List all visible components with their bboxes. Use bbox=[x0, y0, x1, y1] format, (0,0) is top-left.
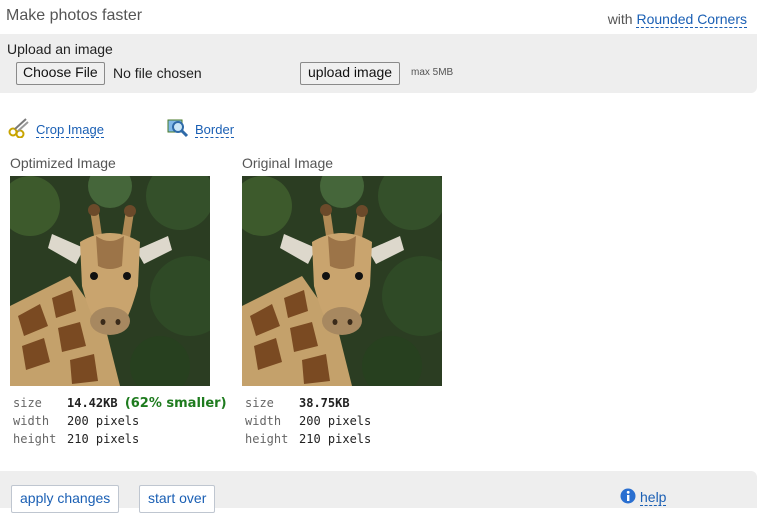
help-link[interactable]: help bbox=[640, 489, 667, 506]
optimized-image bbox=[10, 176, 210, 386]
max-size-note: max 5MB bbox=[411, 67, 454, 78]
size-label: size bbox=[13, 396, 42, 410]
start-over-button[interactable]: start over bbox=[139, 485, 216, 513]
border-link[interactable]: Border bbox=[195, 122, 235, 138]
border-tool[interactable]: Border bbox=[167, 118, 235, 141]
size-value: 14.42KB bbox=[67, 396, 118, 410]
upload-panel: Upload an image Choose File No file chos… bbox=[0, 34, 757, 93]
original-image bbox=[242, 176, 442, 386]
crop-image-link[interactable]: Crop Image bbox=[36, 122, 104, 138]
scissors-icon bbox=[8, 118, 30, 141]
height-value: 210 pixels bbox=[67, 432, 140, 446]
original-stats: size 38.75KB width 200 pixels height 210… bbox=[245, 396, 381, 450]
width-value: 200 pixels bbox=[299, 414, 372, 428]
width-value: 200 pixels bbox=[67, 414, 140, 428]
size-label: size bbox=[245, 396, 274, 410]
apply-changes-button[interactable]: apply changes bbox=[11, 485, 120, 513]
page-header: Make photos faster with Rounded Corners bbox=[0, 0, 762, 34]
with-rounded-corners: with Rounded Corners bbox=[607, 11, 747, 28]
optimized-stats: size 14.42KB (62% smaller) width 200 pix… bbox=[13, 396, 237, 450]
width-label: width bbox=[13, 414, 50, 428]
optimized-image-title: Optimized Image bbox=[10, 155, 116, 171]
upload-label: Upload an image bbox=[7, 41, 113, 57]
file-status: No file chosen bbox=[113, 65, 202, 81]
crop-image-tool[interactable]: Crop Image bbox=[8, 118, 104, 141]
with-prefix: with bbox=[607, 11, 633, 27]
upload-image-button[interactable]: upload image bbox=[300, 62, 401, 85]
height-label: height bbox=[13, 432, 57, 446]
size-value: 38.75KB bbox=[299, 396, 350, 410]
magnifier-icon bbox=[167, 118, 189, 141]
choose-file-button[interactable]: Choose File bbox=[16, 62, 105, 85]
help-link-group[interactable]: help bbox=[620, 488, 667, 507]
height-value: 210 pixels bbox=[299, 432, 372, 446]
savings-badge: (62% smaller) bbox=[124, 396, 227, 411]
height-label: height bbox=[245, 432, 289, 446]
original-image-title: Original Image bbox=[242, 155, 334, 171]
rounded-corners-link[interactable]: Rounded Corners bbox=[636, 11, 747, 28]
width-label: width bbox=[245, 414, 282, 428]
info-icon bbox=[620, 488, 636, 507]
footer-bar: apply changes start over help bbox=[0, 471, 757, 513]
page-title: Make photos faster bbox=[6, 7, 143, 24]
